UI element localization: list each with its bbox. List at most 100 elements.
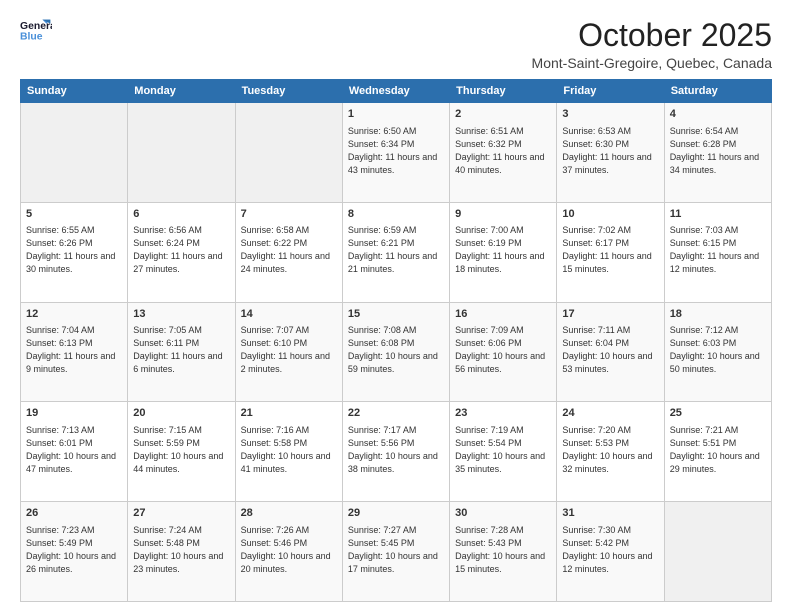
logo-icon: General Blue bbox=[20, 18, 52, 46]
calendar-cell: 19 Sunrise: 7:13 AM Sunset: 6:01 PM Dayli… bbox=[21, 402, 128, 502]
day-info: Sunrise: 7:11 AM Sunset: 6:04 PM Dayligh… bbox=[562, 324, 658, 376]
day-info: Sunrise: 7:05 AM Sunset: 6:11 PM Dayligh… bbox=[133, 324, 229, 376]
day-info: Sunrise: 6:54 AM Sunset: 6:28 PM Dayligh… bbox=[670, 125, 766, 177]
day-info: Sunrise: 6:55 AM Sunset: 6:26 PM Dayligh… bbox=[26, 224, 122, 276]
day-number: 13 bbox=[133, 307, 229, 322]
day-number: 28 bbox=[241, 506, 337, 521]
calendar-cell: 22 Sunrise: 7:17 AM Sunset: 5:56 PM Dayli… bbox=[342, 402, 449, 502]
day-number: 24 bbox=[562, 406, 658, 421]
calendar-cell: 13 Sunrise: 7:05 AM Sunset: 6:11 PM Dayli… bbox=[128, 302, 235, 402]
day-info: Sunrise: 6:58 AM Sunset: 6:22 PM Dayligh… bbox=[241, 224, 337, 276]
day-info: Sunrise: 7:30 AM Sunset: 5:42 PM Dayligh… bbox=[562, 524, 658, 576]
day-number: 19 bbox=[26, 406, 122, 421]
page-subtitle: Mont-Saint-Gregoire, Quebec, Canada bbox=[532, 55, 772, 71]
calendar-cell bbox=[21, 103, 128, 203]
calendar-cell: 6 Sunrise: 6:56 AM Sunset: 6:24 PM Daylig… bbox=[128, 202, 235, 302]
calendar-cell: 20Sunrise: 7:15 AM Sunset: 5:59 PM Dayli… bbox=[128, 402, 235, 502]
day-number: 23 bbox=[455, 406, 551, 421]
day-info: Sunrise: 7:04 AM Sunset: 6:13 PM Dayligh… bbox=[26, 324, 122, 376]
day-number: 7 bbox=[241, 207, 337, 222]
day-number: 18 bbox=[670, 307, 766, 322]
calendar-cell: 31 Sunrise: 7:30 AM Sunset: 5:42 PM Dayli… bbox=[557, 502, 664, 602]
calendar-cell: 8Sunrise: 6:59 AM Sunset: 6:21 PM Daylig… bbox=[342, 202, 449, 302]
calendar-cell: 27Sunrise: 7:24 AM Sunset: 5:48 PM Dayli… bbox=[128, 502, 235, 602]
header-wednesday: Wednesday bbox=[342, 80, 449, 103]
calendar-table: Sunday Monday Tuesday Wednesday Thursday… bbox=[20, 79, 772, 602]
day-info: Sunrise: 6:53 AM Sunset: 6:30 PM Dayligh… bbox=[562, 125, 658, 177]
day-info: Sunrise: 7:03 AM Sunset: 6:15 PM Dayligh… bbox=[670, 224, 766, 276]
header-monday: Monday bbox=[128, 80, 235, 103]
calendar-row-4: 19 Sunrise: 7:13 AM Sunset: 6:01 PM Dayli… bbox=[21, 402, 772, 502]
page-title: October 2025 bbox=[532, 18, 772, 53]
day-number: 10 bbox=[562, 207, 658, 222]
day-info: Sunrise: 7:02 AM Sunset: 6:17 PM Dayligh… bbox=[562, 224, 658, 276]
day-info: Sunrise: 6:56 AM Sunset: 6:24 PM Dayligh… bbox=[133, 224, 229, 276]
header-friday: Friday bbox=[557, 80, 664, 103]
title-block: October 2025 Mont-Saint-Gregoire, Quebec… bbox=[532, 18, 772, 71]
calendar-cell: 18 Sunrise: 7:12 AM Sunset: 6:03 PM Dayli… bbox=[664, 302, 771, 402]
calendar-cell: 26Sunrise: 7:23 AM Sunset: 5:49 PM Dayli… bbox=[21, 502, 128, 602]
day-number: 11 bbox=[670, 207, 766, 222]
calendar-cell: 24Sunrise: 7:20 AM Sunset: 5:53 PM Dayli… bbox=[557, 402, 664, 502]
day-number: 14 bbox=[241, 307, 337, 322]
calendar-cell: 25 Sunrise: 7:21 AM Sunset: 5:51 PM Dayli… bbox=[664, 402, 771, 502]
day-number: 3 bbox=[562, 107, 658, 122]
calendar-row-5: 26Sunrise: 7:23 AM Sunset: 5:49 PM Dayli… bbox=[21, 502, 772, 602]
calendar-row-2: 5Sunrise: 6:55 AM Sunset: 6:26 PM Daylig… bbox=[21, 202, 772, 302]
day-info: Sunrise: 7:12 AM Sunset: 6:03 PM Dayligh… bbox=[670, 324, 766, 376]
day-info: Sunrise: 7:08 AM Sunset: 6:08 PM Dayligh… bbox=[348, 324, 444, 376]
calendar-cell: 16 Sunrise: 7:09 AM Sunset: 6:06 PM Dayli… bbox=[450, 302, 557, 402]
calendar-cell: 9 Sunrise: 7:00 AM Sunset: 6:19 PM Daylig… bbox=[450, 202, 557, 302]
day-info: Sunrise: 6:50 AM Sunset: 6:34 PM Dayligh… bbox=[348, 125, 444, 177]
day-info: Sunrise: 7:13 AM Sunset: 6:01 PM Dayligh… bbox=[26, 424, 122, 476]
day-info: Sunrise: 7:17 AM Sunset: 5:56 PM Dayligh… bbox=[348, 424, 444, 476]
day-number: 16 bbox=[455, 307, 551, 322]
day-info: Sunrise: 7:26 AM Sunset: 5:46 PM Dayligh… bbox=[241, 524, 337, 576]
calendar-cell: 2Sunrise: 6:51 AM Sunset: 6:32 PM Daylig… bbox=[450, 103, 557, 203]
day-number: 4 bbox=[670, 107, 766, 122]
day-number: 15 bbox=[348, 307, 444, 322]
day-number: 25 bbox=[670, 406, 766, 421]
calendar-cell: 23 Sunrise: 7:19 AM Sunset: 5:54 PM Dayli… bbox=[450, 402, 557, 502]
day-info: Sunrise: 6:59 AM Sunset: 6:21 PM Dayligh… bbox=[348, 224, 444, 276]
calendar-cell: 5Sunrise: 6:55 AM Sunset: 6:26 PM Daylig… bbox=[21, 202, 128, 302]
day-info: Sunrise: 7:16 AM Sunset: 5:58 PM Dayligh… bbox=[241, 424, 337, 476]
calendar-cell: 7 Sunrise: 6:58 AM Sunset: 6:22 PM Daylig… bbox=[235, 202, 342, 302]
day-number: 20 bbox=[133, 406, 229, 421]
day-number: 30 bbox=[455, 506, 551, 521]
calendar-cell: 10 Sunrise: 7:02 AM Sunset: 6:17 PM Dayli… bbox=[557, 202, 664, 302]
day-number: 22 bbox=[348, 406, 444, 421]
calendar-cell: 14Sunrise: 7:07 AM Sunset: 6:10 PM Dayli… bbox=[235, 302, 342, 402]
calendar-cell: 15 Sunrise: 7:08 AM Sunset: 6:08 PM Dayli… bbox=[342, 302, 449, 402]
svg-text:Blue: Blue bbox=[20, 32, 43, 43]
calendar-cell bbox=[235, 103, 342, 203]
day-number: 21 bbox=[241, 406, 337, 421]
calendar-cell bbox=[664, 502, 771, 602]
calendar-cell: 11 Sunrise: 7:03 AM Sunset: 6:15 PM Dayli… bbox=[664, 202, 771, 302]
logo: General Blue bbox=[20, 18, 52, 46]
day-info: Sunrise: 7:28 AM Sunset: 5:43 PM Dayligh… bbox=[455, 524, 551, 576]
day-number: 31 bbox=[562, 506, 658, 521]
day-number: 17 bbox=[562, 307, 658, 322]
day-number: 9 bbox=[455, 207, 551, 222]
day-info: Sunrise: 7:21 AM Sunset: 5:51 PM Dayligh… bbox=[670, 424, 766, 476]
day-info: Sunrise: 7:19 AM Sunset: 5:54 PM Dayligh… bbox=[455, 424, 551, 476]
calendar-cell: 3 Sunrise: 6:53 AM Sunset: 6:30 PM Daylig… bbox=[557, 103, 664, 203]
calendar-cell: 4 Sunrise: 6:54 AM Sunset: 6:28 PM Daylig… bbox=[664, 103, 771, 203]
header-tuesday: Tuesday bbox=[235, 80, 342, 103]
header-sunday: Sunday bbox=[21, 80, 128, 103]
day-info: Sunrise: 7:27 AM Sunset: 5:45 PM Dayligh… bbox=[348, 524, 444, 576]
day-info: Sunrise: 7:09 AM Sunset: 6:06 PM Dayligh… bbox=[455, 324, 551, 376]
day-info: Sunrise: 7:24 AM Sunset: 5:48 PM Dayligh… bbox=[133, 524, 229, 576]
day-info: Sunrise: 6:51 AM Sunset: 6:32 PM Dayligh… bbox=[455, 125, 551, 177]
calendar-cell: 29Sunrise: 7:27 AM Sunset: 5:45 PM Dayli… bbox=[342, 502, 449, 602]
calendar-cell: 1 Sunrise: 6:50 AM Sunset: 6:34 PM Daylig… bbox=[342, 103, 449, 203]
header-saturday: Saturday bbox=[664, 80, 771, 103]
day-number: 6 bbox=[133, 207, 229, 222]
header-thursday: Thursday bbox=[450, 80, 557, 103]
day-info: Sunrise: 7:00 AM Sunset: 6:19 PM Dayligh… bbox=[455, 224, 551, 276]
day-number: 1 bbox=[348, 107, 444, 122]
svg-text:General: General bbox=[20, 21, 52, 32]
calendar-cell: 21 Sunrise: 7:16 AM Sunset: 5:58 PM Dayli… bbox=[235, 402, 342, 502]
day-number: 26 bbox=[26, 506, 122, 521]
